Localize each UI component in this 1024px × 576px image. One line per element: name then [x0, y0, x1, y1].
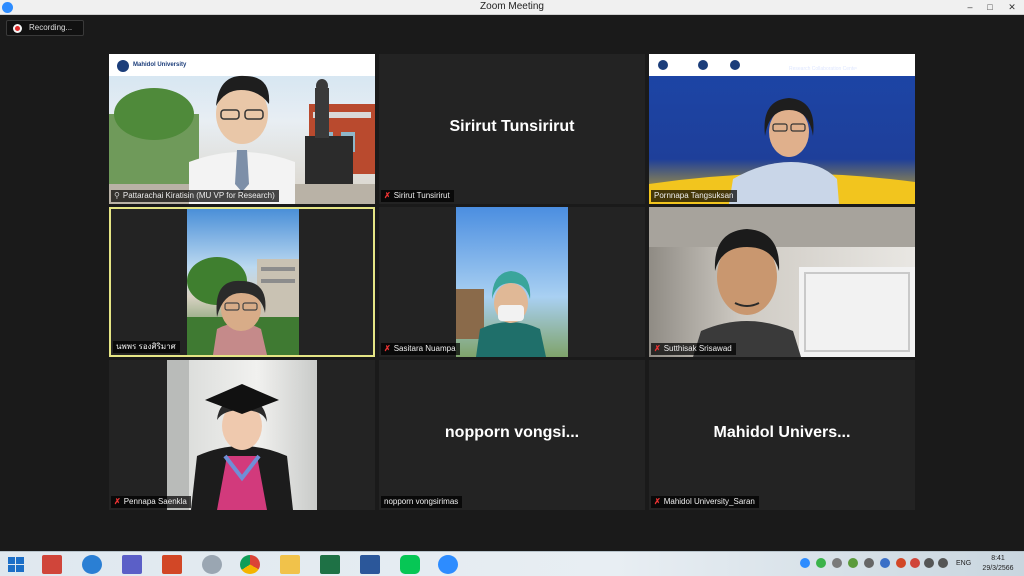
line-tray-icon[interactable]	[816, 558, 826, 568]
volume-icon[interactable]	[938, 558, 948, 568]
system-clock[interactable]: 8:41 29/3/2566	[978, 554, 1018, 574]
participant-display-name: Sirirut Tunsirirut	[449, 118, 575, 135]
windows-icon	[8, 557, 24, 572]
mic-muted-icon: ✗	[384, 344, 391, 353]
teams-icon[interactable]	[122, 555, 142, 574]
video-tile[interactable]: ✗ Sutthisak Srisawad	[649, 207, 915, 357]
video-tile[interactable]: nopporn vongsi... nopporn vongsirimas	[379, 360, 645, 510]
zoom-meeting-window: Zoom Meeting – □ ✕ Recording... Mahidol …	[0, 0, 1024, 576]
university-logo-text: Mahidol University	[133, 62, 187, 68]
internet-explorer-icon[interactable]	[82, 555, 102, 574]
video-tile[interactable]: Mahidol University ⚲ Pattarachai Kiratisi…	[109, 54, 375, 204]
clock-date: 29/3/2566	[982, 565, 1014, 572]
participant-display-name: Mahidol Univers...	[713, 424, 851, 441]
taskbar-app-icon[interactable]	[42, 555, 62, 574]
participant-video	[649, 207, 915, 357]
participant-video	[187, 209, 299, 355]
participant-name-tag: Pornnapa Tangsuksan	[651, 190, 738, 202]
video-tile[interactable]: Mahidol Univers... ✗ Mahidol University_S…	[649, 360, 915, 510]
participant-name: Pattarachai Kiratisin (MU VP for Researc…	[122, 191, 275, 200]
participant-name: Sutthisak Srisawad	[663, 344, 732, 353]
tray-icon[interactable]	[864, 558, 874, 568]
participant-name-tag: ✗ Sirirut Tunsirirut	[381, 190, 454, 202]
tray-icon[interactable]	[832, 558, 842, 568]
window-title: Zoom Meeting	[480, 1, 544, 12]
recording-indicator[interactable]: Recording...	[6, 20, 84, 36]
record-icon	[13, 24, 22, 33]
participant-name: Mahidol University_Saran	[663, 497, 755, 506]
video-tile-active-speaker[interactable]: นพพร รองศิริมาศ	[109, 207, 375, 357]
recording-label: Recording...	[29, 23, 73, 32]
participant-name-tag: ✗ Mahidol University_Saran	[651, 496, 759, 508]
excel-icon[interactable]	[320, 555, 340, 574]
tray-icon[interactable]	[880, 558, 890, 568]
clock-time: 8:41	[991, 555, 1005, 562]
webinar-banner-year: 2022	[893, 65, 907, 71]
word-icon[interactable]	[360, 555, 380, 574]
webinar-banner-title: The MU-JHU NCDs	[789, 58, 843, 64]
participant-display-name: nopporn vongsi...	[444, 424, 580, 441]
mic-muted-icon: ✗	[384, 191, 391, 200]
mic-muted-icon: ✗	[654, 497, 661, 506]
mic-muted-icon: ✗	[114, 497, 121, 506]
line-icon[interactable]	[400, 555, 420, 574]
participant-video	[167, 360, 317, 510]
title-bar: Zoom Meeting – □ ✕	[0, 0, 1024, 15]
language-indicator[interactable]: ENG	[956, 560, 971, 567]
start-button[interactable]	[6, 555, 26, 574]
close-button[interactable]: ✕	[1000, 0, 1024, 14]
network-icon[interactable]	[924, 558, 934, 568]
webinar-banner-subtitle: Research Collaboration Center	[789, 66, 858, 72]
pin-icon: ⚲	[114, 191, 120, 200]
participant-name-tag: นพพร รองศิริมาศ	[113, 341, 180, 353]
participant-name-tag: ✗ Sasitara Nuampa	[381, 343, 460, 355]
participant-name: Pornnapa Tangsuksan	[654, 191, 734, 200]
participant-video	[649, 54, 915, 204]
chrome-icon[interactable]	[240, 555, 260, 574]
video-tile[interactable]: Sirirut Tunsirirut ✗ Sirirut Tunsirirut	[379, 54, 645, 204]
maximize-button[interactable]: □	[980, 0, 1000, 14]
participant-name-tag: ✗ Sutthisak Srisawad	[651, 343, 736, 355]
participant-name: nopporn vongsirimas	[384, 497, 459, 506]
zoom-taskbar-icon[interactable]	[438, 555, 458, 574]
flag-icon[interactable]	[896, 558, 906, 568]
participant-name: Sirirut Tunsirirut	[393, 191, 450, 200]
participant-name-tag: ⚲ Pattarachai Kiratisin (MU VP for Resear…	[111, 190, 279, 202]
participant-name-tag: nopporn vongsirimas	[381, 496, 463, 508]
minimize-button[interactable]: –	[960, 0, 980, 14]
participant-name: Pennapa Saenkla	[123, 497, 187, 506]
tray-icon[interactable]	[910, 558, 920, 568]
participant-name: Sasitara Nuampa	[393, 344, 456, 353]
file-explorer-icon[interactable]	[280, 555, 300, 574]
powerpoint-icon[interactable]	[162, 555, 182, 574]
participant-name-tag: ✗ Pennapa Saenkla	[111, 496, 191, 508]
mic-muted-icon: ✗	[654, 344, 661, 353]
video-tile[interactable]: The MU-JHU NCDs Research Collaboration C…	[649, 54, 915, 204]
participant-video	[456, 207, 568, 357]
participant-video	[109, 54, 375, 204]
participant-name: นพพร รองศิริมาศ	[116, 342, 176, 351]
webinar-banner-number: 9	[854, 58, 862, 74]
windows-taskbar: ENG 8:41 29/3/2566	[0, 551, 1024, 576]
snipping-tool-icon[interactable]	[202, 555, 222, 574]
video-tile[interactable]: ✗ Pennapa Saenkla	[109, 360, 375, 510]
webinar-banner-date: NOV 10	[895, 57, 910, 62]
webinar-banner-ordinal: th	[863, 57, 869, 63]
zoom-tray-icon[interactable]	[800, 558, 810, 568]
video-tile[interactable]: ✗ Sasitara Nuampa	[379, 207, 645, 357]
tray-icon[interactable]	[848, 558, 858, 568]
